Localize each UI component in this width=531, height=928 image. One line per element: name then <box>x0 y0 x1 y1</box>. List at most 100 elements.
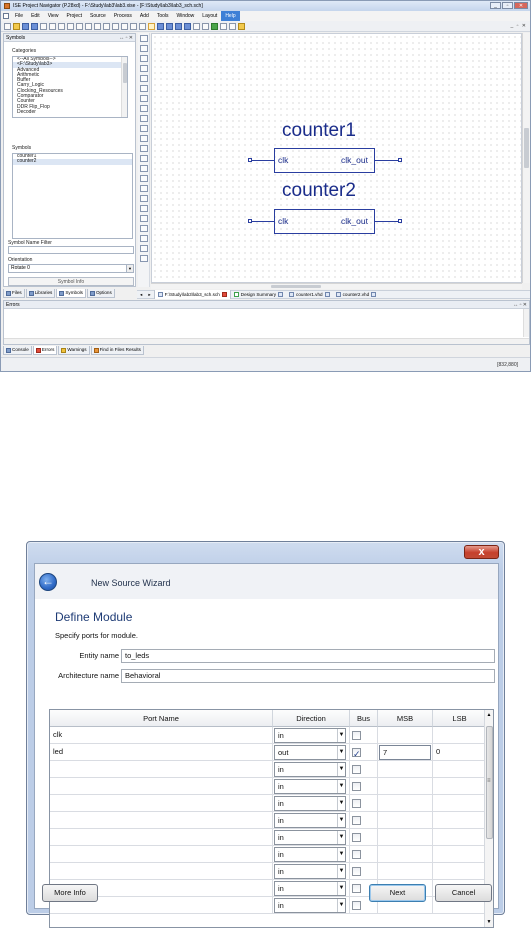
help-question-icon[interactable] <box>202 22 209 30</box>
close-tab-icon[interactable] <box>221 292 227 297</box>
tab-libraries[interactable]: Libraries <box>25 289 56 298</box>
save-all-icon[interactable] <box>31 22 38 30</box>
msb-cell[interactable] <box>378 727 433 744</box>
tab-options[interactable]: Options <box>86 289 115 298</box>
add-circle-icon[interactable] <box>140 125 148 132</box>
port-name-cell[interactable] <box>50 778 273 795</box>
msb-cell[interactable] <box>378 778 433 795</box>
bus-checkbox[interactable] <box>352 867 361 876</box>
close-tab-icon[interactable] <box>278 292 284 297</box>
menu-item-window[interactable]: Window <box>173 11 199 21</box>
add-io-marker-icon[interactable] <box>140 85 148 92</box>
properties-icon[interactable] <box>140 255 148 262</box>
lsb-cell[interactable] <box>433 829 487 846</box>
column-header-bus[interactable]: Bus <box>350 710 378 727</box>
menu-item-tools[interactable]: Tools <box>153 11 173 21</box>
msb-cell[interactable] <box>378 812 433 829</box>
errors-hscrollbar[interactable] <box>4 338 529 344</box>
zoom-in-icon[interactable] <box>103 22 110 30</box>
orientation-select[interactable]: Rotate 0 ▼ <box>8 264 134 273</box>
mdi-controls[interactable]: _ ▫ ✕ <box>510 23 527 29</box>
lsb-cell[interactable] <box>433 795 487 812</box>
close-tab-icon[interactable] <box>371 292 377 297</box>
add-wire-icon[interactable] <box>140 45 148 52</box>
menu-item-process[interactable]: Process <box>110 11 136 21</box>
schematic-canvas[interactable]: counter1 clk clk_out counter2 clk clk_ou… <box>151 33 522 283</box>
tab-counter1-vhd[interactable]: counter1.vhd <box>286 290 333 299</box>
layout4-icon[interactable] <box>184 22 191 30</box>
layout2-icon[interactable] <box>166 22 173 30</box>
tab-symbols[interactable]: Symbols <box>56 289 86 298</box>
pin-terminal[interactable] <box>248 158 252 162</box>
add-pin-icon[interactable] <box>140 175 148 182</box>
msb-cell[interactable] <box>378 863 433 880</box>
bus-checkbox[interactable] <box>352 901 361 910</box>
symbol-info-button[interactable]: Symbol Info <box>8 277 134 286</box>
direction-select[interactable]: in ▼ <box>274 728 346 743</box>
tab-schematic[interactable]: F:\Study\lab3\lab3_sch.sch <box>153 290 231 299</box>
wand-icon[interactable] <box>229 22 236 30</box>
cut-icon[interactable] <box>49 22 56 30</box>
direction-select[interactable]: in ▼ <box>274 847 346 862</box>
chevron-down-icon[interactable]: ▼ <box>337 882 345 895</box>
copy-icon[interactable] <box>58 22 65 30</box>
add-bus-tap-icon[interactable] <box>140 75 148 82</box>
bus-checkbox[interactable] <box>352 782 361 791</box>
menu-item-file[interactable]: File <box>11 11 27 21</box>
tab-design-summary[interactable]: Design Summary <box>231 290 286 299</box>
column-header-msb[interactable]: MSB <box>378 710 433 727</box>
cancel-button[interactable]: Cancel <box>435 884 492 902</box>
layout-icon[interactable] <box>157 22 164 30</box>
close-button[interactable]: ✕ <box>514 2 528 9</box>
maximize-button[interactable]: ▫ <box>502 2 513 9</box>
pin-terminal[interactable] <box>398 158 402 162</box>
zoom-out-icon[interactable] <box>112 22 119 30</box>
direction-select[interactable]: in ▼ <box>274 762 346 777</box>
column-header-port-name[interactable]: Port Name <box>50 710 273 727</box>
msb-cell[interactable] <box>378 829 433 846</box>
symbols-list[interactable]: counter1 counter2 <box>12 153 133 239</box>
errors-scrollbar[interactable] <box>523 309 529 337</box>
menu-item-help[interactable]: Help <box>221 11 240 21</box>
symbol-item[interactable]: counter2 <box>13 158 132 165</box>
chevron-down-icon[interactable]: ▼ <box>337 899 345 912</box>
zoom-fit-icon[interactable] <box>121 22 128 30</box>
column-header-direction[interactable]: Direction <box>273 710 350 727</box>
scroll-down-icon[interactable]: ▼ <box>485 919 493 925</box>
port-name-cell[interactable] <box>50 812 273 829</box>
ground-icon[interactable] <box>140 215 148 222</box>
panel-controls[interactable]: ↔ ▫ ✕ <box>513 301 527 309</box>
canvas-horizontal-scrollbar[interactable] <box>151 283 522 289</box>
direction-select[interactable]: in ▼ <box>274 881 346 896</box>
mark-icon[interactable] <box>140 235 148 242</box>
port-name-cell[interactable]: clk <box>50 727 273 744</box>
port-name-cell[interactable] <box>50 863 273 880</box>
probe-icon[interactable] <box>140 205 148 212</box>
add-line-icon[interactable] <box>140 135 148 142</box>
open-folder-icon[interactable] <box>13 22 20 30</box>
add-text-icon[interactable] <box>140 155 148 162</box>
bus-checkbox[interactable] <box>352 850 361 859</box>
lsb-cell[interactable] <box>433 863 487 880</box>
sigma-icon[interactable] <box>220 22 227 30</box>
menu-item-layout[interactable]: Layout <box>198 11 221 21</box>
direction-select[interactable]: in ▼ <box>274 796 346 811</box>
minimize-button[interactable]: _ <box>490 2 501 9</box>
direction-select[interactable]: out ▼ <box>274 745 346 760</box>
bus-checkbox[interactable] <box>352 746 361 760</box>
msb-cell[interactable] <box>378 761 433 778</box>
more-info-button[interactable]: More Info <box>42 884 98 902</box>
canvas-vertical-scrollbar[interactable] <box>522 33 530 283</box>
hierarchy-pop-icon[interactable] <box>140 195 148 202</box>
lsb-cell[interactable] <box>433 778 487 795</box>
tab-find-in-files-results[interactable]: Find in Files Results <box>90 346 144 355</box>
column-header-lsb[interactable]: LSB <box>433 710 487 727</box>
menu-item-add[interactable]: Add <box>136 11 153 21</box>
add-branch-icon[interactable] <box>140 105 148 112</box>
category-item[interactable]: Decoder <box>13 109 127 115</box>
run-icon[interactable] <box>211 22 218 30</box>
add-arc-icon[interactable] <box>140 115 148 122</box>
direction-select[interactable]: in ▼ <box>274 779 346 794</box>
chevron-down-icon[interactable]: ▼ <box>337 814 345 827</box>
menu-item-view[interactable]: View <box>44 11 63 21</box>
